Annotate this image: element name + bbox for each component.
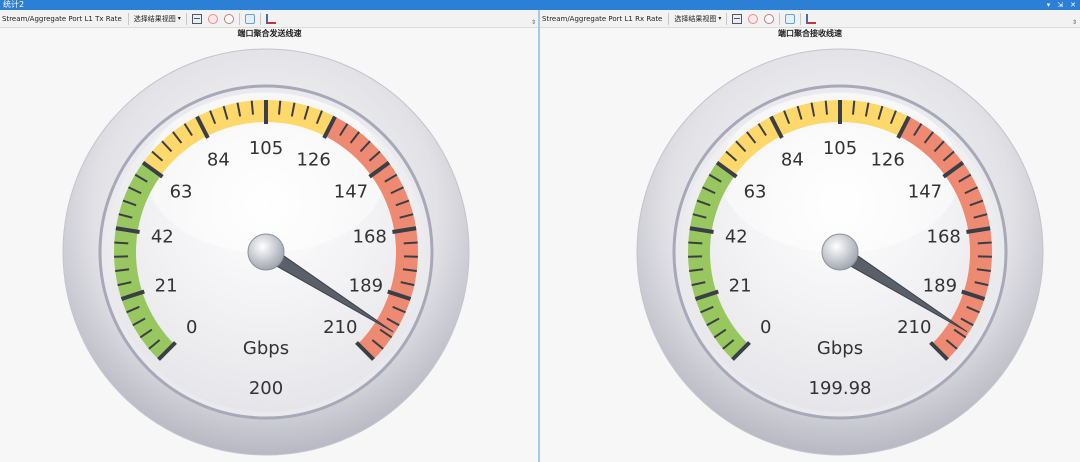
tick-label: 63 — [170, 181, 193, 202]
toolbar-separator — [127, 12, 129, 25]
toolbar-separator — [779, 12, 781, 25]
window-controls: ▾ ⇲ ✕ — [1047, 0, 1076, 10]
tick-label: 189 — [923, 275, 957, 296]
toolbar-separator — [800, 12, 802, 25]
tick-label: 147 — [334, 181, 368, 202]
tick-label: 147 — [908, 181, 942, 202]
tick-label: 126 — [870, 149, 904, 170]
gauge-hub — [247, 233, 285, 271]
table-view-icon[interactable] — [732, 13, 743, 24]
rx-rate-gauge: 0 21 42 63 84 105 126147 168 189 210 Gbps 199.98 — [636, 48, 1044, 456]
tx-rate-panel: Stream/Aggregate Port L1 Tx Rate 选择结果视图 … — [0, 10, 539, 462]
panel-toolbar: Stream/Aggregate Port L1 Rx Rate 选择结果视图 … — [540, 10, 1080, 28]
resize-icon[interactable]: ⇕ — [531, 19, 536, 26]
result-view-select-label: 选择结果视图 — [133, 14, 176, 23]
minor-tick — [114, 241, 129, 245]
swap-axes-icon[interactable] — [265, 13, 276, 24]
toolbar-separator — [185, 12, 187, 25]
tick-label: 168 — [353, 227, 387, 248]
minor-tick — [277, 100, 282, 115]
unit-label: Gbps — [243, 338, 289, 359]
zoom-icon[interactable] — [223, 13, 234, 24]
value-label: 199.98 — [809, 378, 872, 399]
tick-label: 210 — [897, 317, 931, 338]
chevron-down-icon: ▾ — [177, 15, 181, 22]
link-icon[interactable] — [785, 13, 796, 24]
link-icon[interactable] — [244, 13, 255, 24]
minor-tick — [403, 241, 418, 245]
tick-label: 21 — [729, 275, 752, 296]
tick-label: 126 — [296, 149, 330, 170]
window-title: 统计2 — [3, 0, 25, 9]
zoom-icon[interactable] — [764, 13, 775, 24]
window-titlebar: 统计2 ▾ ⇲ ✕ — [0, 0, 1080, 10]
unit-label: Gbps — [817, 338, 863, 359]
result-view-select[interactable]: 选择结果视图 ▾ — [671, 14, 724, 24]
window-menu-icon[interactable]: ▾ — [1047, 0, 1051, 10]
panel-toolbar: Stream/Aggregate Port L1 Tx Rate 选择结果视图 … — [0, 10, 539, 28]
tick-label: 63 — [744, 181, 767, 202]
table-view-icon[interactable] — [191, 13, 202, 24]
window-close-icon[interactable]: ✕ — [1070, 0, 1076, 10]
tick-label: 42 — [725, 227, 748, 248]
tick-label: 0 — [186, 317, 197, 338]
rx-rate-panel: Stream/Aggregate Port L1 Rx Rate 选择结果视图 … — [540, 10, 1080, 462]
tick-label: 84 — [781, 149, 804, 170]
minor-tick — [977, 241, 992, 245]
tick-label: 189 — [349, 275, 383, 296]
pin-icon[interactable] — [748, 13, 759, 24]
tick-label: 105 — [249, 138, 283, 159]
statistic-name[interactable]: Stream/Aggregate Port L1 Rx Rate — [540, 15, 666, 23]
minor-tick — [688, 241, 703, 245]
chart-title: 端口聚合发送线速 — [237, 29, 302, 38]
toolbar-separator — [259, 12, 261, 25]
statistic-name[interactable]: Stream/Aggregate Port L1 Tx Rate — [0, 15, 126, 23]
swap-axes-icon[interactable] — [806, 13, 817, 24]
tick-label: 210 — [323, 317, 357, 338]
resize-icon[interactable]: ⇕ — [1072, 19, 1077, 26]
tick-label: 105 — [823, 138, 857, 159]
toolbar-separator — [726, 12, 728, 25]
chart-title: 端口聚合接收线速 — [778, 29, 842, 38]
toolbar-separator — [238, 12, 240, 25]
tick-label: 168 — [927, 227, 961, 248]
minor-tick — [824, 100, 829, 115]
tick-label: 84 — [207, 149, 230, 170]
chevron-down-icon: ▾ — [718, 15, 722, 22]
toolbar-separator — [668, 12, 670, 25]
minor-tick — [851, 100, 856, 115]
window-pin-icon[interactable]: ⇲ — [1057, 0, 1063, 10]
tick-label: 42 — [151, 227, 174, 248]
result-view-select-label: 选择结果视图 — [674, 14, 717, 23]
tx-rate-gauge: 0 21 42 63 84 105 126147 168 189 210 Gbps 200 — [62, 48, 470, 456]
gauge-hub — [821, 233, 859, 271]
value-label: 200 — [249, 378, 283, 399]
pin-icon[interactable] — [207, 13, 218, 24]
tick-label: 0 — [760, 317, 771, 338]
result-view-select[interactable]: 选择结果视图 ▾ — [131, 14, 184, 24]
tick-label: 21 — [155, 275, 178, 296]
minor-tick — [250, 100, 255, 115]
